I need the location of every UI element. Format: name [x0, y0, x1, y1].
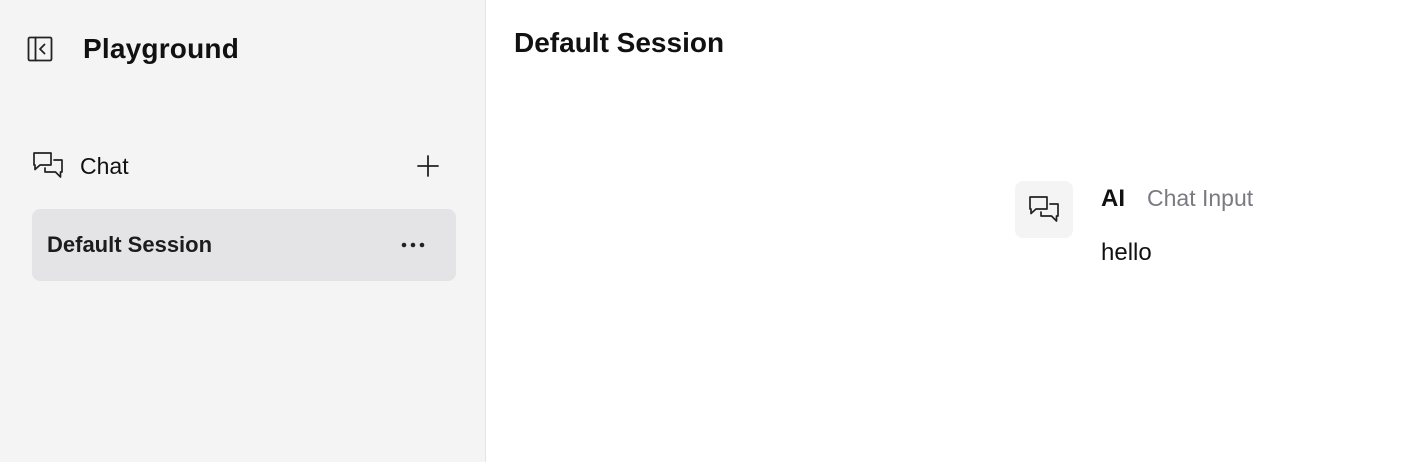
main-panel: Default Session AI Chat Input hello — [486, 0, 1424, 462]
message-header: AI Chat Input — [1101, 185, 1253, 213]
chat-section-header: Chat — [32, 148, 456, 184]
app-title: Playground — [83, 33, 240, 64]
session-more-button[interactable] — [400, 232, 426, 258]
chat-icon — [32, 150, 64, 182]
app: Playground Chat Default Session Default … — [0, 0, 1424, 462]
sidebar-collapse-icon — [27, 36, 53, 62]
message-avatar — [1015, 181, 1073, 238]
page-title: Default Session — [514, 27, 725, 58]
message-body: AI Chat Input hello — [1101, 181, 1253, 267]
message-source: Chat Input — [1147, 185, 1254, 211]
message-sender: AI — [1101, 185, 1125, 212]
new-chat-button[interactable] — [416, 154, 440, 178]
plus-icon — [417, 155, 439, 177]
sidebar: Playground Chat Default Session — [0, 0, 486, 462]
more-horizontal-icon — [401, 242, 425, 248]
message-text: hello — [1101, 239, 1152, 266]
session-item-default[interactable]: Default Session — [32, 209, 456, 281]
sidebar-toggle-button[interactable] — [26, 35, 54, 63]
session-item-label: Default Session — [47, 232, 213, 257]
chat-bubbles-icon — [1029, 195, 1059, 222]
sidebar-header: Playground — [26, 33, 239, 65]
chat-message: AI Chat Input hello — [1015, 181, 1253, 267]
chat-section-label: Chat — [80, 152, 129, 179]
